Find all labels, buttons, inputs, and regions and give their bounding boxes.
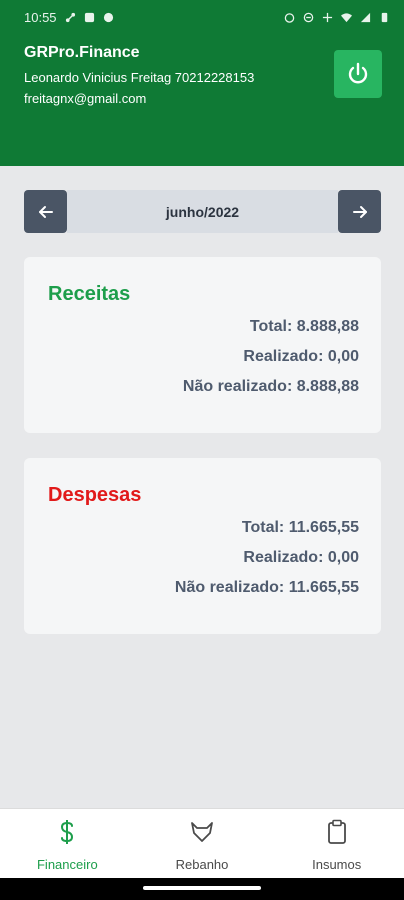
despesas-card[interactable]: Despesas Total: 11.665,55 Realizado: 0,0… [24, 458, 381, 634]
receitas-total: Total: 8.888,88 [249, 318, 359, 335]
tab-insumos[interactable]: Insumos [269, 809, 404, 878]
clipboard-icon [327, 819, 346, 844]
gesture-navigation-bar [0, 878, 404, 900]
despesas-realizado: Realizado: 0,00 [243, 549, 359, 566]
receitas-nao-realizado: Não realizado: 8.888,88 [182, 378, 359, 395]
despesas-nao-realizado: Não realizado: 11.665,55 [174, 579, 359, 596]
status-time: 10:55 [24, 9, 57, 25]
arrow-right-icon [352, 205, 367, 218]
dollar-icon [61, 820, 74, 844]
power-icon [348, 62, 368, 84]
arrow-left-icon [38, 205, 53, 218]
alarm-icon [284, 12, 295, 23]
next-month-button[interactable] [338, 190, 381, 233]
data-saver-icon [322, 12, 333, 22]
tab-insumos-label: Insumos [312, 857, 362, 872]
square-icon [84, 12, 94, 22]
current-month-label: junho/2022 [67, 190, 338, 233]
do-not-disturb-icon [303, 12, 314, 22]
notification-icon [65, 12, 75, 22]
battery-icon [381, 12, 388, 22]
g-icon [103, 12, 113, 22]
wifi-icon [341, 12, 352, 22]
signal-icon [360, 12, 371, 22]
receitas-title: Receitas [48, 283, 131, 305]
status-bar: 10:55 [0, 0, 404, 34]
tab-rebanho[interactable]: Rebanho [135, 809, 270, 878]
user-name: Leonardo Vinicius Freitag 70212228153 [24, 70, 255, 85]
app-title: GRPro.Finance [24, 44, 140, 61]
tab-rebanho-label: Rebanho [175, 857, 229, 872]
tab-financeiro-label: Financeiro [36, 857, 98, 872]
user-email: freitagnx@gmail.com [24, 91, 147, 106]
logout-button[interactable] [334, 50, 382, 98]
previous-month-button[interactable] [24, 190, 67, 233]
bottom-navigation: Financeiro Rebanho Insumos [0, 808, 404, 878]
receitas-realizado: Realizado: 0,00 [243, 348, 359, 365]
app-header: GRPro.Finance Leonardo Vinicius Freitag … [0, 34, 404, 166]
despesas-title: Despesas [48, 484, 142, 506]
tab-financeiro[interactable]: Financeiro [0, 809, 135, 878]
month-navigator: junho/2022 [24, 190, 381, 233]
cow-icon [191, 822, 213, 842]
receitas-card[interactable]: Receitas Total: 8.888,88 Realizado: 0,00… [24, 257, 381, 433]
home-gesture-handle[interactable] [143, 886, 261, 890]
despesas-total: Total: 11.665,55 [241, 519, 359, 536]
